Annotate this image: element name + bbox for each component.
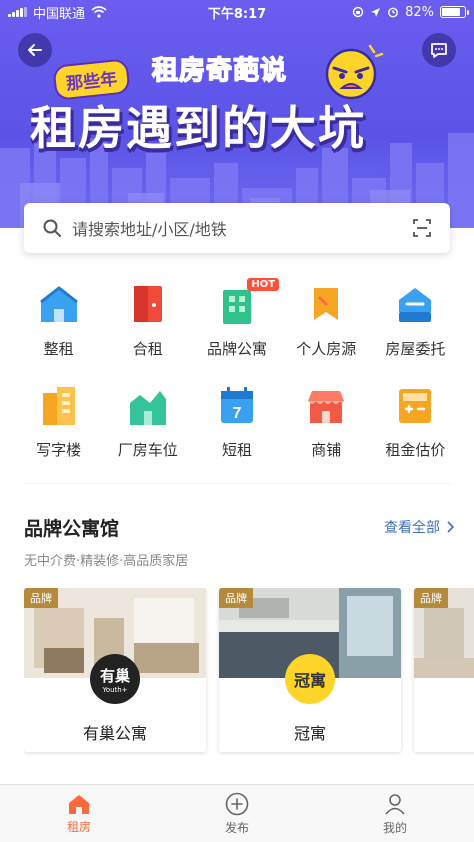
logo-subtext: Youth+ (102, 685, 128, 694)
category-short-rent[interactable]: 7 短租 (192, 383, 281, 460)
tab-mine[interactable]: 我的 (316, 785, 474, 842)
category-office[interactable]: 写字楼 (14, 383, 103, 460)
door-icon (133, 286, 162, 322)
category-grid: 整租 合租 HOT 品牌公寓 个人房源 房屋委托 写字楼 厂房车位 7 短租 商… (0, 278, 474, 484)
category-label: 商铺 (311, 441, 342, 459)
chevron-right-icon (447, 521, 454, 533)
status-time: 下午8:17 (207, 6, 267, 22)
bottom-tab-bar: 租房 发布 我的 (0, 784, 474, 842)
wifi-icon (91, 6, 107, 18)
category-label: 整租 (43, 340, 74, 358)
tab-label: 我的 (382, 820, 407, 835)
battery-icon (440, 6, 469, 18)
calculator-icon (399, 389, 432, 423)
back-button[interactable] (18, 33, 52, 67)
search-bar[interactable]: 请搜索地址/小区/地铁 (24, 203, 450, 253)
calendar-icon: 7 (221, 387, 253, 423)
hot-badge: HOT (247, 278, 280, 291)
office-building-icon (42, 387, 75, 425)
status-right: 82% (352, 4, 469, 20)
user-icon (385, 793, 405, 815)
category-row: 写字楼 厂房车位 7 短租 商铺 租金估价 (0, 383, 474, 460)
category-label: 租金估价 (385, 441, 446, 459)
tab-publish[interactable]: 发布 (158, 785, 316, 842)
brand-section-title: 品牌公寓馆 (24, 518, 120, 540)
category-label: 房屋委托 (385, 340, 446, 358)
category-hezu[interactable]: 合租 (103, 282, 192, 359)
status-bar: 中国联通 下午8:17 82% (0, 0, 474, 24)
tab-rent[interactable]: 租房 (0, 785, 158, 842)
brand-tag: 品牌 (24, 588, 58, 608)
promo-banner[interactable]: 那些年 租房奇葩说 租房遇到的大坑 (0, 0, 474, 228)
tab-label: 租房 (66, 819, 91, 834)
brand-card[interactable]: 品牌 有巢 Youth+ 有巢公寓 (24, 588, 206, 752)
house-icon (39, 286, 78, 322)
category-label: 写字楼 (36, 441, 82, 459)
chat-bubble-icon (431, 43, 447, 58)
category-label: 品牌公寓 (207, 340, 268, 358)
tab-label: 发布 (224, 820, 249, 835)
view-all-link[interactable]: 查看全部 (384, 517, 454, 537)
tag-icon (314, 288, 339, 320)
category-shop[interactable]: 商铺 (282, 383, 371, 460)
brand-card[interactable]: 品牌 冠寓 冠寓 (219, 588, 401, 752)
message-button[interactable] (422, 33, 456, 67)
category-personal-listing[interactable]: 个人房源 (282, 282, 371, 359)
search-icon (43, 219, 61, 237)
plus-circle-icon (225, 792, 249, 815)
factory-icon (129, 391, 166, 425)
search-input[interactable]: 请搜索地址/小区/地铁 (72, 216, 412, 240)
logo-text: 有巢 (99, 666, 130, 685)
location-arrow-icon (371, 7, 381, 17)
youchao-logo: 有巢 Youth+ (90, 654, 140, 704)
signal-icon (8, 7, 27, 17)
brand-card-carousel[interactable]: 品牌 有巢 Youth+ 有巢公寓 品牌 冠寓 冠寓 品牌 (24, 588, 474, 756)
category-brand-apartment[interactable]: HOT 品牌公寓 (192, 278, 281, 359)
status-left: 中国联通 (8, 3, 107, 22)
arrow-left-icon (28, 44, 42, 56)
rotation-lock-icon (352, 6, 364, 18)
battery-percent: 82% (405, 4, 434, 20)
banner-title: 租房遇到的大坑 (30, 101, 366, 155)
battery-fill (442, 8, 461, 16)
brand-card-name: 有巢公寓 (82, 724, 147, 743)
carrier-name: 中国联通 (33, 6, 86, 22)
brand-card-name: 冠寓 (293, 724, 326, 743)
brand-card[interactable]: 品牌 (414, 588, 474, 752)
scan-icon[interactable] (412, 218, 432, 238)
home-icon (69, 794, 89, 814)
brand-tag: 品牌 (414, 588, 448, 608)
delegate-house-icon (399, 288, 432, 322)
section-divider (24, 483, 450, 484)
calendar-day: 7 (233, 405, 242, 422)
category-zhengzu[interactable]: 整租 (14, 282, 103, 359)
category-rent-estimate[interactable]: 租金估价 (371, 383, 460, 460)
category-label: 个人房源 (296, 340, 357, 358)
category-row: 整租 合租 HOT 品牌公寓 个人房源 房屋委托 (0, 278, 474, 359)
brand-section-subtitle: 无中介费·精装修·高品质家居 (24, 554, 189, 569)
category-label: 厂房车位 (117, 441, 178, 459)
view-all-label: 查看全部 (384, 520, 440, 536)
banner-subtitle: 租房奇葩说 (151, 55, 288, 87)
category-label: 短租 (222, 441, 253, 459)
alarm-icon (388, 7, 398, 18)
shop-icon (308, 391, 345, 423)
apartment-photo: 品牌 (414, 588, 474, 678)
category-house-delegate[interactable]: 房屋委托 (371, 282, 460, 359)
category-label: 合租 (132, 340, 163, 358)
category-factory-parking[interactable]: 厂房车位 (103, 383, 192, 460)
logo-text: 冠寓 (293, 671, 326, 690)
guanyu-logo: 冠寓 (285, 654, 335, 704)
brand-tag: 品牌 (219, 588, 253, 608)
